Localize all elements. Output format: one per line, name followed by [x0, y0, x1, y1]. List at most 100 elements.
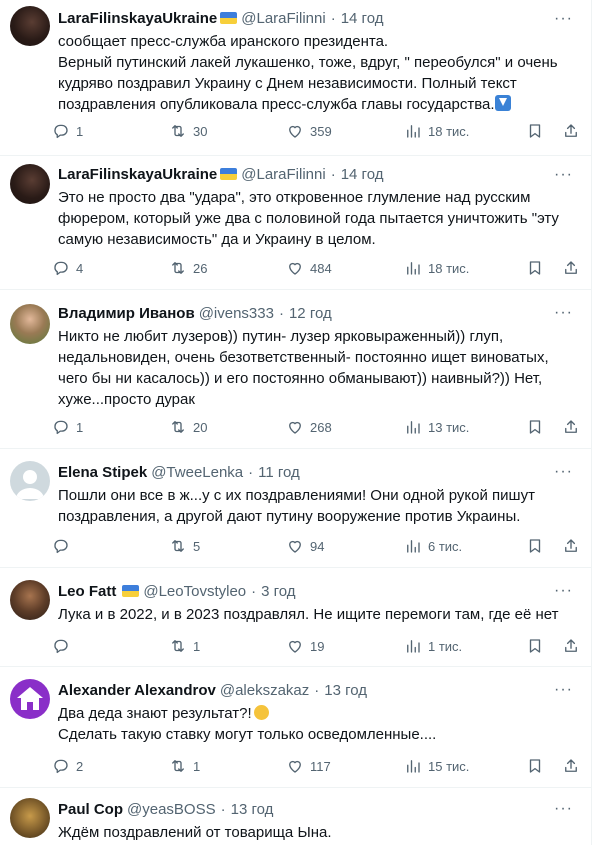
tweet[interactable]: Elena Stipek @TweeLenka · 11 год Пошли о…: [0, 449, 591, 568]
timestamp[interactable]: 14 год: [341, 10, 384, 27]
bookmark-button[interactable]: [526, 536, 544, 556]
like-button[interactable]: 484: [286, 258, 332, 278]
timestamp[interactable]: 14 год: [341, 166, 384, 183]
views-count: 13 тис.: [428, 419, 470, 435]
share-icon: [565, 639, 577, 652]
bookmark-button[interactable]: [526, 417, 544, 437]
like-button[interactable]: 359: [286, 121, 332, 141]
more-icon[interactable]: ···: [554, 166, 573, 184]
handle[interactable]: @yeasBOSS: [127, 801, 216, 818]
repost-button[interactable]: 20: [169, 417, 207, 437]
display-name[interactable]: Elena Stipek: [58, 464, 147, 481]
heart-icon: [289, 540, 301, 553]
display-name[interactable]: LaraFilinskayaUkraine: [58, 166, 217, 183]
reply-icon: [54, 759, 68, 774]
share-button[interactable]: [562, 121, 580, 141]
bookmark-button[interactable]: [526, 121, 544, 141]
tweet[interactable]: LaraFilinskayaUkraine @LaraFilinni · 14 …: [0, 156, 591, 290]
bookmark-button[interactable]: [526, 636, 544, 656]
bookmark-button[interactable]: [526, 756, 544, 776]
tweet[interactable]: LaraFilinskayaUkraine @LaraFilinni · 14 …: [0, 0, 591, 156]
handle[interactable]: @LaraFilinni: [241, 166, 325, 183]
display-name[interactable]: Alexander Alexandrov: [58, 682, 216, 699]
share-button[interactable]: [562, 636, 580, 656]
repost-button[interactable]: 26: [169, 258, 207, 278]
views-button[interactable]: 6 тис.: [404, 536, 462, 556]
more-icon[interactable]: ···: [554, 800, 573, 818]
like-button[interactable]: 268: [286, 417, 332, 437]
avatar[interactable]: [10, 580, 50, 620]
reply-button[interactable]: 1: [52, 121, 83, 141]
tweet[interactable]: Владимир Иванов @ivens333 · 12 год Никто…: [0, 290, 591, 449]
share-button[interactable]: [562, 756, 580, 776]
reply-icon: [54, 420, 68, 435]
timestamp[interactable]: 3 год: [261, 583, 295, 600]
handle[interactable]: @alekszakaz: [220, 682, 309, 699]
thinking-face-emoji-icon: [253, 705, 269, 720]
bookmark-button[interactable]: [526, 258, 544, 278]
reply-icon: [54, 539, 68, 554]
reply-button[interactable]: 2: [52, 756, 83, 776]
avatar[interactable]: [10, 461, 50, 501]
more-icon[interactable]: ···: [554, 463, 573, 481]
tweet-text: Это не просто два "удара", это откровенн…: [58, 189, 559, 248]
views-count: 1 тис.: [428, 638, 463, 654]
reply-icon: [54, 639, 68, 654]
like-button[interactable]: 19: [286, 636, 324, 656]
reply-button[interactable]: 1: [52, 417, 83, 437]
reply-count: 1: [76, 123, 84, 139]
avatar[interactable]: [10, 164, 50, 204]
handle[interactable]: @ivens333: [199, 305, 274, 322]
bookmark-icon: [529, 539, 541, 553]
views-chart-icon: [407, 262, 420, 275]
views-button[interactable]: 18 тис.: [404, 121, 469, 141]
share-button[interactable]: [562, 536, 580, 556]
repost-icon: [172, 421, 184, 433]
timestamp[interactable]: 13 год: [324, 682, 367, 699]
heart-icon: [289, 262, 301, 275]
display-name[interactable]: Владимир Иванов: [58, 305, 195, 322]
tweet[interactable]: Alexander Alexandrov @alekszakaz · 13 го…: [0, 667, 591, 788]
avatar[interactable]: [10, 6, 50, 46]
repost-button[interactable]: 1: [169, 756, 200, 776]
display-name[interactable]: LaraFilinskayaUkraine: [58, 10, 217, 27]
timestamp[interactable]: 12 год: [289, 305, 332, 322]
avatar[interactable]: [10, 679, 50, 719]
handle[interactable]: @LaraFilinni: [241, 10, 325, 27]
repost-button[interactable]: 5: [169, 536, 200, 556]
timestamp[interactable]: 13 год: [231, 801, 274, 818]
timestamp[interactable]: 11 год: [258, 464, 300, 481]
views-button[interactable]: 15 тис.: [404, 756, 469, 776]
heart-icon: [289, 760, 301, 773]
views-chart-icon: [407, 760, 420, 773]
reply-button[interactable]: [52, 636, 76, 656]
more-icon[interactable]: ···: [554, 304, 573, 322]
reply-button[interactable]: 4: [52, 258, 83, 278]
tweet-actions: 2 1 117 15 тис.: [52, 756, 582, 776]
share-button[interactable]: [562, 258, 580, 278]
views-button[interactable]: 1 тис.: [404, 636, 462, 656]
like-button[interactable]: 117: [286, 756, 331, 776]
share-button[interactable]: [562, 417, 580, 437]
more-icon[interactable]: ···: [554, 582, 573, 600]
avatar[interactable]: [10, 304, 50, 344]
repost-button[interactable]: 30: [169, 121, 207, 141]
repost-count: 30: [193, 123, 208, 139]
more-icon[interactable]: ···: [554, 10, 573, 28]
reply-button[interactable]: [52, 536, 76, 556]
tweet[interactable]: Paul Cop @yeasBOSS · 13 год Ждём поздрав…: [0, 788, 591, 845]
avatar[interactable]: [10, 798, 50, 838]
tweet[interactable]: Leo Fatt @LeoTovstyleo · 3 год Лука и в …: [0, 568, 591, 667]
handle[interactable]: @LeoTovstyleo: [143, 583, 246, 600]
more-icon[interactable]: ···: [554, 681, 573, 699]
views-count: 6 тис.: [428, 538, 463, 554]
display-name[interactable]: Paul Cop: [58, 801, 123, 818]
views-button[interactable]: 13 тис.: [404, 417, 469, 437]
tweet-actions: 5 94 6 тис.: [52, 536, 582, 556]
display-name[interactable]: Leo Fatt: [58, 583, 116, 600]
like-button[interactable]: 94: [286, 536, 324, 556]
handle[interactable]: @TweeLenka: [151, 464, 243, 481]
repost-button[interactable]: 1: [169, 636, 200, 656]
views-button[interactable]: 18 тис.: [404, 258, 469, 278]
default-avatar-icon: [16, 470, 44, 499]
